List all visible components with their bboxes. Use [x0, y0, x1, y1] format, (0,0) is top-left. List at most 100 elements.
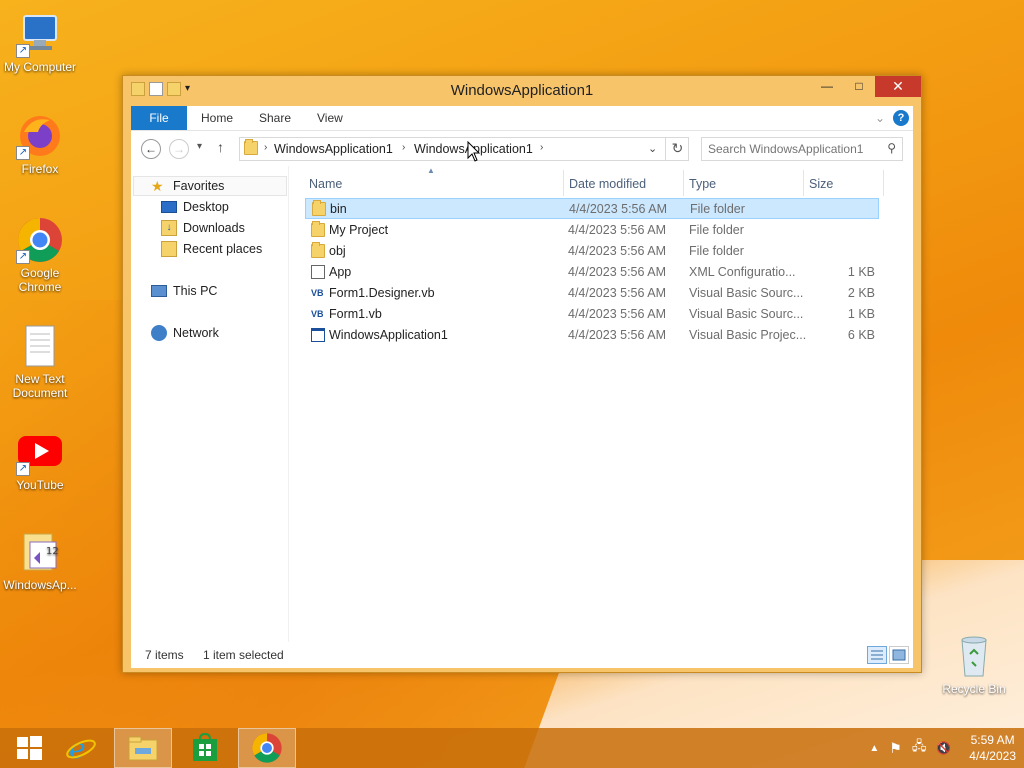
expand-ribbon-icon[interactable]: ⌄ [875, 111, 885, 125]
desktop-icon [161, 201, 177, 213]
action-center-flag-icon[interactable]: ⚑ [889, 740, 902, 757]
column-divider[interactable] [883, 170, 884, 196]
recent-locations-icon[interactable]: ▾ [197, 141, 202, 152]
search-box[interactable]: ⚲ [701, 137, 903, 161]
search-input[interactable] [708, 141, 878, 157]
chevron-down-icon[interactable]: ⌄ [648, 142, 657, 155]
sort-ascending-icon: ▲ [427, 166, 435, 175]
desktop-icon-youtube[interactable]: ↗ YouTube [0, 428, 80, 492]
chevron-right-icon[interactable]: › [540, 142, 543, 153]
tab-view[interactable]: View [317, 106, 343, 130]
column-divider[interactable] [563, 170, 564, 196]
column-header-name[interactable]: Name [309, 174, 342, 194]
mouse-cursor [467, 140, 481, 166]
large-icons-view-button[interactable] [889, 646, 909, 664]
column-divider[interactable] [683, 170, 684, 196]
desktop-icon-windowsapplication[interactable]: 12 WindowsAp... [0, 528, 80, 592]
desktop-icon-label: Firefox [21, 162, 59, 176]
file-name: Form1.vb [329, 307, 382, 321]
file-date: 4/4/2023 5:56 AM [568, 328, 666, 342]
tab-share[interactable]: Share [259, 106, 291, 130]
recent-places-icon [161, 241, 177, 257]
clock-time: 5:59 AM [970, 733, 1015, 747]
nav-favorites[interactable]: ★ Favorites [151, 176, 224, 196]
config-file-icon [311, 265, 325, 279]
file-date: 4/4/2023 5:56 AM [569, 202, 667, 216]
nav-downloads[interactable]: ↓ Downloads [161, 218, 245, 238]
file-type: File folder [689, 244, 744, 258]
file-row[interactable]: My Project 4/4/2023 5:56 AM File folder [305, 220, 879, 241]
firefox-icon: ↗ [16, 112, 64, 160]
breadcrumb-segment[interactable]: WindowsApplication1 [274, 142, 393, 156]
column-divider[interactable] [803, 170, 804, 196]
selection-count: 1 item selected [203, 648, 284, 662]
nav-network[interactable]: Network [151, 323, 219, 343]
nav-desktop[interactable]: Desktop [161, 197, 229, 217]
minimize-button[interactable]: — [811, 76, 843, 97]
file-row[interactable]: obj 4/4/2023 5:56 AM File folder [305, 241, 879, 262]
file-row[interactable]: VB Form1.vb 4/4/2023 5:56 AM Visual Basi… [305, 304, 879, 325]
desktop-icon-my-computer[interactable]: ↗ My Computer [0, 10, 80, 74]
maximize-button[interactable]: □ [843, 76, 875, 97]
chevron-right-icon[interactable]: › [402, 142, 405, 153]
file-name: My Project [329, 223, 389, 237]
chrome-taskbar-button[interactable] [238, 728, 296, 768]
column-header-type[interactable]: Type [689, 174, 716, 194]
network-icon [151, 325, 167, 341]
file-size: 6 KB [847, 328, 875, 342]
column-header-date[interactable]: Date modified [569, 174, 646, 194]
start-button[interactable] [0, 728, 58, 768]
internet-explorer-button[interactable]: e [52, 728, 110, 768]
nav-recent-places[interactable]: Recent places [161, 239, 262, 259]
file-name: App [329, 265, 352, 279]
search-icon: ⚲ [887, 141, 896, 155]
file-row[interactable]: VB Form1.Designer.vb 4/4/2023 5:56 AM Vi… [305, 283, 879, 304]
desktop-icon-chrome[interactable]: ↗ Google Chrome [0, 216, 80, 294]
file-row[interactable]: bin 4/4/2023 5:56 AM File folder [305, 198, 879, 219]
file-row[interactable]: App 4/4/2023 5:56 AM XML Configuratio...… [305, 262, 879, 283]
ribbon-tabs: File Home Share View ⌄ ? [131, 106, 913, 130]
folder-icon [311, 221, 325, 237]
taskbar: e ▲ ⚑ 🖧 🔇 5:59 AM 4/4/2023 [0, 728, 1024, 768]
nav-label: Network [173, 326, 219, 340]
file-name: obj [329, 244, 346, 258]
details-view-button[interactable] [867, 646, 887, 664]
file-explorer-button[interactable] [114, 728, 172, 768]
clock[interactable]: 5:59 AM 4/4/2023 [969, 732, 1016, 764]
forward-button[interactable]: → [169, 139, 189, 159]
vb-project-folder-icon: 12 [16, 528, 64, 576]
desktop-icon-firefox[interactable]: ↗ Firefox [0, 112, 80, 176]
desktop-icon-label: Recycle Bin [942, 682, 1006, 696]
address-bar[interactable]: › WindowsApplication1 › WindowsApplicati… [239, 137, 689, 161]
store-button[interactable] [176, 728, 234, 768]
desktop-icon-recycle-bin[interactable]: Recycle Bin [934, 632, 1014, 696]
refresh-button[interactable]: ↻ [665, 137, 689, 161]
svg-text:12: 12 [46, 546, 59, 557]
desktop-icon-label: New Text Document [12, 372, 68, 400]
column-header-size[interactable]: Size [809, 174, 833, 194]
tab-file[interactable]: File [131, 106, 187, 130]
desktop-icon-new-text-document[interactable]: New Text Document [0, 322, 80, 400]
vb-file-icon: VB [311, 309, 324, 319]
window-title: WindowsApplication1 [450, 82, 594, 99]
title-bar[interactable]: ▾ WindowsApplication1 — □ ✕ [123, 76, 921, 104]
text-document-icon [16, 322, 64, 370]
volume-muted-icon[interactable]: 🔇 [936, 741, 951, 755]
file-row[interactable]: WindowsApplication1 4/4/2023 5:56 AM Vis… [305, 325, 879, 346]
file-type: XML Configuratio... [689, 265, 796, 279]
file-type: Visual Basic Sourc... [689, 286, 804, 300]
chevron-right-icon[interactable]: › [264, 142, 267, 153]
back-button[interactable]: ← [141, 139, 161, 159]
nav-label: Desktop [183, 200, 229, 214]
network-status-icon[interactable]: 🖧 [912, 737, 927, 759]
tab-home[interactable]: Home [201, 106, 233, 130]
explorer-window: ▾ WindowsApplication1 — □ ✕ File Home Sh… [122, 75, 922, 673]
file-date: 4/4/2023 5:56 AM [568, 244, 666, 258]
system-tray: ▲ ⚑ 🖧 🔇 5:59 AM 4/4/2023 [869, 728, 1016, 768]
help-icon[interactable]: ? [893, 110, 909, 126]
show-hidden-icons-icon[interactable]: ▲ [869, 743, 879, 754]
file-type: File folder [690, 202, 745, 216]
nav-this-pc[interactable]: This PC [151, 281, 217, 301]
up-button[interactable]: ↑ [217, 139, 224, 155]
close-button[interactable]: ✕ [875, 76, 921, 97]
